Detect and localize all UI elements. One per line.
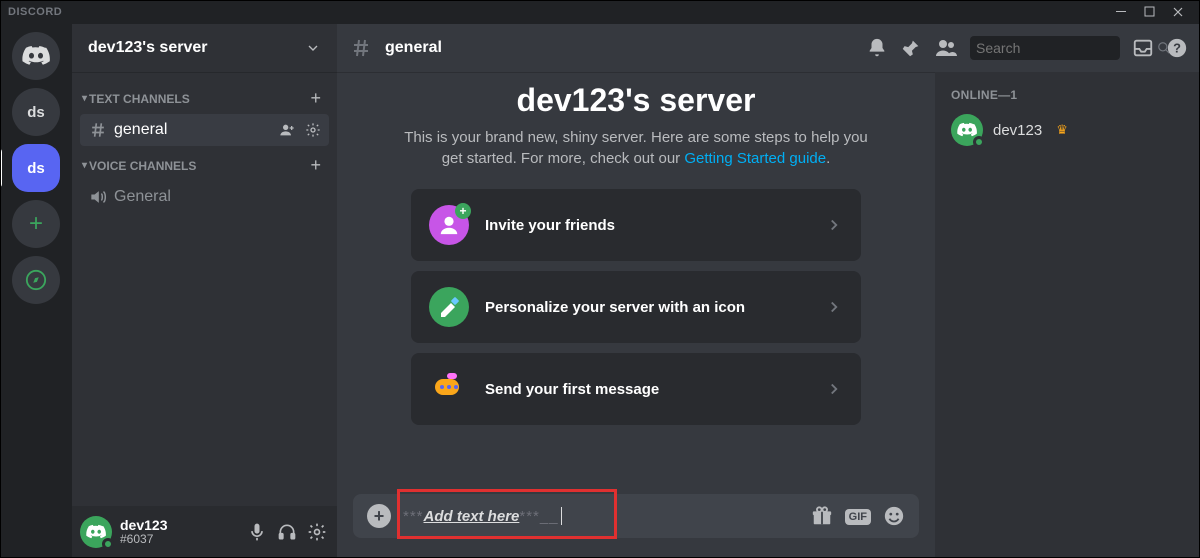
message-feed: dev123's server This is your brand new, … bbox=[337, 72, 935, 558]
paint-icon bbox=[429, 287, 469, 327]
welcome-block: dev123's server This is your brand new, … bbox=[353, 72, 919, 169]
text-cursor bbox=[561, 507, 562, 525]
notifications-button[interactable] bbox=[866, 37, 888, 59]
server-header[interactable]: dev123's server bbox=[72, 24, 337, 72]
member-name: dev123 bbox=[993, 122, 1042, 139]
category-voice-channels[interactable]: ▾ Voice Channels + bbox=[80, 147, 329, 180]
attach-button[interactable]: + bbox=[367, 504, 391, 528]
channel-title: general bbox=[385, 39, 442, 57]
pinned-messages-button[interactable] bbox=[900, 37, 922, 59]
search-input[interactable] bbox=[976, 40, 1157, 56]
add-server-button[interactable]: + bbox=[12, 200, 60, 248]
user-settings-button[interactable] bbox=[307, 522, 329, 542]
add-channel-button[interactable]: + bbox=[310, 88, 321, 109]
channel-sidebar: dev123's server ▾ Text Channels + genera… bbox=[72, 24, 337, 558]
hash-icon bbox=[88, 120, 108, 140]
invite-icon bbox=[429, 205, 469, 245]
explore-servers-button[interactable] bbox=[12, 256, 60, 304]
main-content: general ? bbox=[337, 24, 1200, 558]
user-info[interactable]: dev123 #6037 bbox=[120, 518, 239, 547]
channel-topbar: general ? bbox=[337, 24, 1200, 72]
active-server-indicator bbox=[0, 148, 2, 188]
server-name: dev123's server bbox=[88, 39, 207, 57]
mute-button[interactable] bbox=[247, 522, 269, 542]
server-rail: ds ds + bbox=[0, 24, 72, 558]
member-list: Online—1 dev123 ♛ bbox=[935, 72, 1200, 558]
username: dev123 bbox=[120, 518, 239, 533]
welcome-cards: Invite your friends Personalize your ser… bbox=[411, 189, 861, 425]
search-box[interactable] bbox=[970, 36, 1120, 60]
deafen-button[interactable] bbox=[277, 522, 299, 542]
plus-icon: + bbox=[29, 210, 43, 238]
discord-logo-icon bbox=[22, 42, 50, 70]
channel-name: general bbox=[114, 121, 269, 139]
welcome-title: dev123's server bbox=[353, 82, 919, 119]
window-minimize-button[interactable] bbox=[1108, 0, 1136, 24]
dm-server-item[interactable]: ds bbox=[12, 88, 60, 136]
status-online-icon bbox=[973, 136, 985, 148]
help-button[interactable]: ? bbox=[1166, 37, 1188, 59]
window-maximize-button[interactable] bbox=[1136, 0, 1164, 24]
user-tag: #6037 bbox=[120, 533, 239, 546]
channel-general-voice[interactable]: General bbox=[80, 181, 329, 213]
create-invite-icon[interactable] bbox=[279, 122, 295, 138]
member-list-button[interactable] bbox=[934, 36, 958, 60]
user-avatar[interactable] bbox=[80, 516, 112, 548]
personalize-server-card[interactable]: Personalize your server with an icon bbox=[411, 271, 861, 343]
members-online-header: Online—1 bbox=[943, 88, 1192, 110]
server-owner-crown-icon: ♛ bbox=[1056, 122, 1068, 138]
user-panel: dev123 #6037 bbox=[72, 506, 337, 558]
message-composer[interactable]: + ***Add text here***__ GIF bbox=[353, 494, 919, 538]
channel-settings-icon[interactable] bbox=[305, 122, 321, 138]
title-bar: DISCORD bbox=[0, 0, 1200, 24]
chevron-right-icon bbox=[825, 298, 843, 316]
channel-name: General bbox=[114, 188, 321, 206]
chevron-down-icon: ▾ bbox=[82, 160, 87, 171]
channel-general-text[interactable]: general bbox=[80, 114, 329, 146]
compass-icon bbox=[25, 269, 47, 291]
add-channel-button[interactable]: + bbox=[310, 155, 321, 176]
invite-friends-card[interactable]: Invite your friends bbox=[411, 189, 861, 261]
member-item[interactable]: dev123 ♛ bbox=[943, 110, 1192, 150]
category-text-channels[interactable]: ▾ Text Channels + bbox=[80, 80, 329, 113]
member-avatar bbox=[951, 114, 983, 146]
chat-icon bbox=[429, 369, 469, 409]
chevron-right-icon bbox=[825, 216, 843, 234]
getting-started-link[interactable]: Getting Started guide bbox=[684, 150, 826, 167]
status-online-icon bbox=[102, 538, 114, 550]
gif-button[interactable]: GIF bbox=[845, 507, 871, 525]
home-button[interactable] bbox=[12, 32, 60, 80]
gift-button[interactable] bbox=[811, 505, 833, 527]
current-server-item[interactable]: ds bbox=[12, 144, 60, 192]
chevron-right-icon bbox=[825, 380, 843, 398]
app-name: DISCORD bbox=[8, 6, 62, 18]
window-close-button[interactable] bbox=[1164, 0, 1192, 24]
svg-text:?: ? bbox=[1173, 41, 1181, 56]
hash-icon bbox=[349, 36, 373, 60]
welcome-description: This is your brand new, shiny server. He… bbox=[396, 127, 876, 169]
send-first-message-card[interactable]: Send your first message bbox=[411, 353, 861, 425]
emoji-button[interactable] bbox=[883, 505, 905, 527]
speaker-icon bbox=[88, 187, 108, 207]
message-input[interactable]: ***Add text here***__ bbox=[403, 507, 799, 525]
inbox-button[interactable] bbox=[1132, 37, 1154, 59]
chevron-down-icon bbox=[305, 40, 321, 56]
chevron-down-icon: ▾ bbox=[82, 93, 87, 104]
